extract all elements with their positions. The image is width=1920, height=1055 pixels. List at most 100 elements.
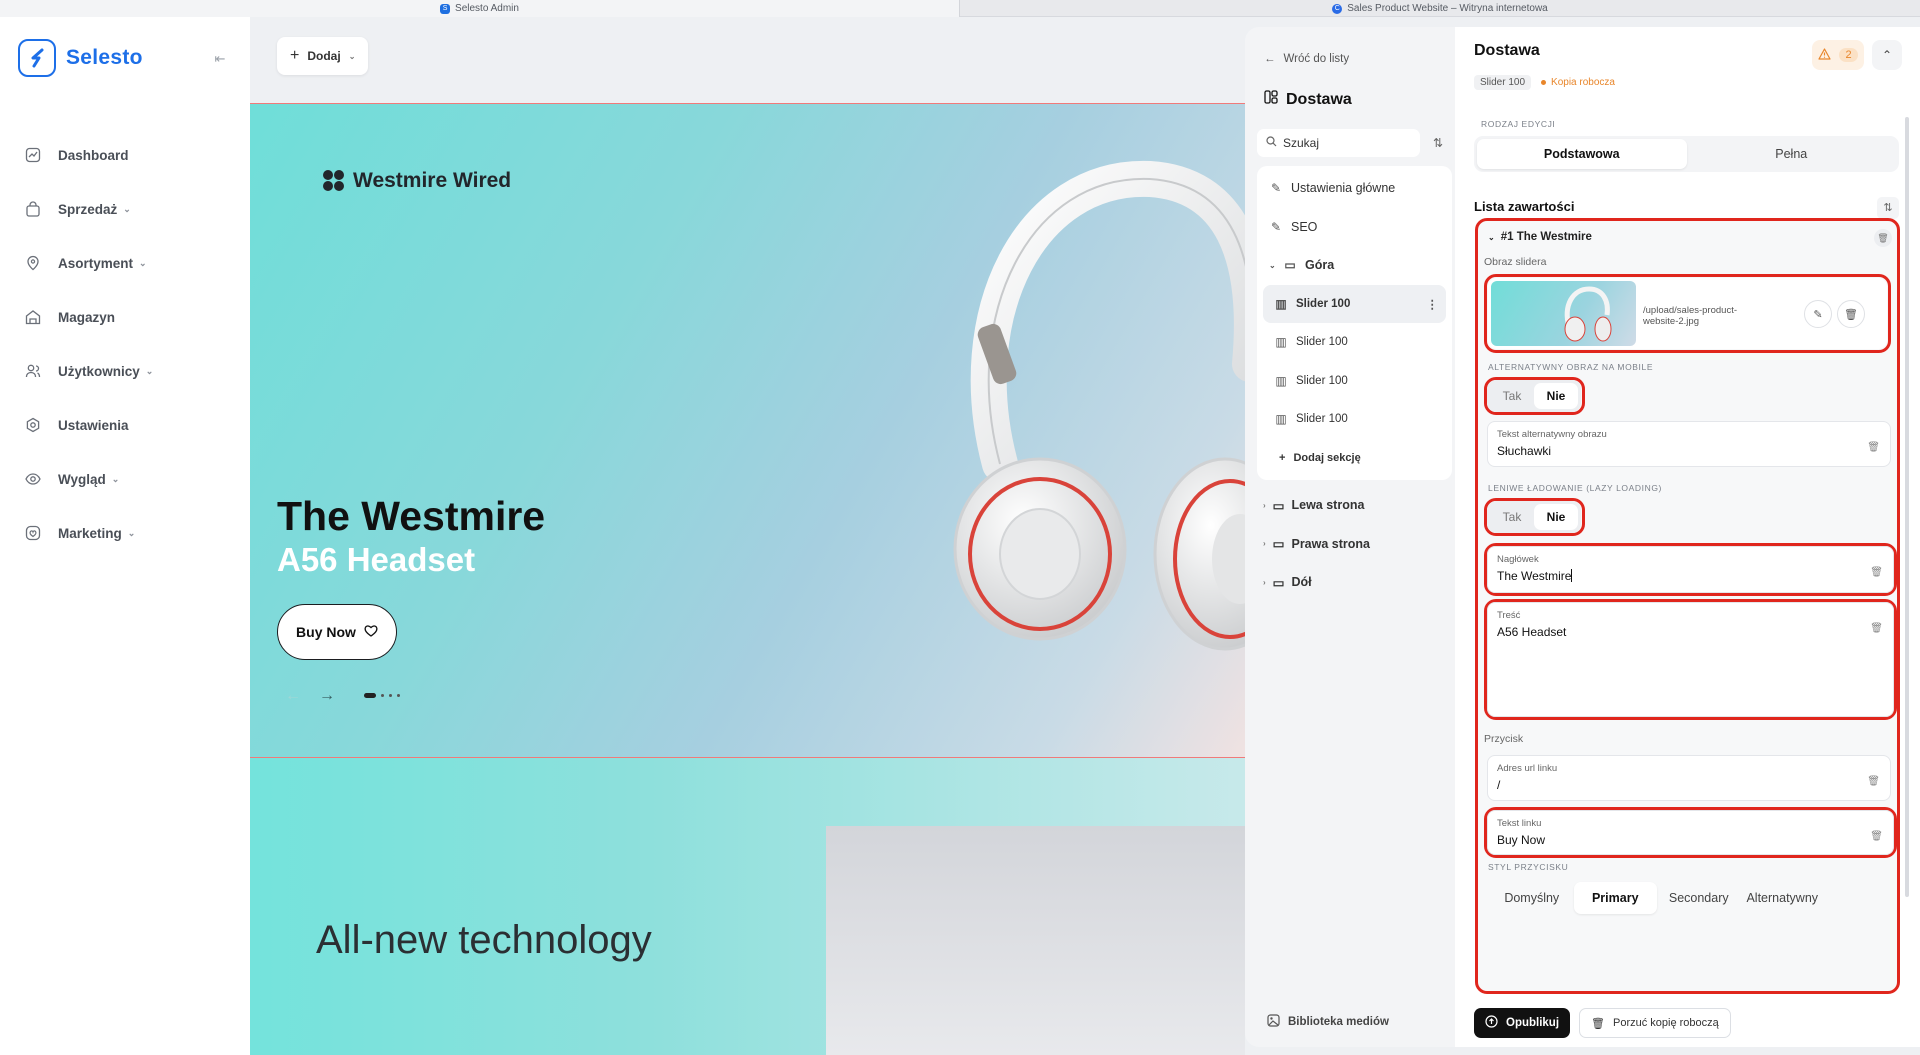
section-editor-panel: Dostawa Slider 100 Kopia robocza 2 ⌃ ROD… — [1455, 27, 1920, 1047]
kebab-menu-icon[interactable]: ⋮ — [1427, 297, 1439, 311]
warnings-button[interactable]: 2 — [1812, 40, 1864, 70]
search-icon — [1266, 136, 1277, 150]
heading-field[interactable]: Nagłówek The Westmire 🗑 — [1487, 546, 1894, 593]
folder-icon: ▭ — [1272, 537, 1285, 552]
trash-icon[interactable]: 🗑 — [1874, 229, 1892, 247]
slider-dot[interactable] — [389, 694, 392, 697]
selesto-favicon-icon: S — [440, 3, 451, 14]
alt-text-field[interactable]: Tekst alternatywny obrazu Słuchawki 🗑 — [1487, 421, 1891, 467]
clear-field-trash-icon[interactable]: 🗑 — [1870, 567, 1883, 578]
slider-dot[interactable] — [397, 694, 400, 697]
tree-folder-prawa-strona[interactable]: › ▭ Prawa strona — [1257, 525, 1452, 564]
sort-icon[interactable]: ⇅ — [1877, 197, 1899, 219]
link-url-label: Adres url linku — [1497, 763, 1558, 774]
editor-scrollbar[interactable] — [1905, 117, 1909, 897]
tree-folder-dol[interactable]: › ▭ Dół — [1257, 563, 1452, 602]
edit-type-basic[interactable]: Podstawowa — [1477, 139, 1687, 169]
tree-section-slider-4[interactable]: ▥ Slider 100 — [1263, 400, 1446, 439]
sidebar-item-dashboard[interactable]: Dashboard — [24, 128, 153, 182]
hero-title: The Westmire — [277, 493, 546, 539]
clear-field-trash-icon[interactable]: 🗑 — [1867, 776, 1880, 787]
sidebar-item-wyglad[interactable]: Wygląd ⌄ — [24, 452, 153, 506]
delete-image-trash-icon[interactable]: 🗑 — [1837, 300, 1865, 328]
style-alternative[interactable]: Alternatywny — [1741, 882, 1825, 914]
back-to-list-link[interactable]: ← Wróć do listy — [1264, 53, 1349, 65]
sidebar-item-label: Ustawienia — [58, 417, 129, 433]
style-secondary[interactable]: Secondary — [1657, 882, 1741, 914]
edit-type-full[interactable]: Pełna — [1687, 139, 1897, 169]
tree-folder-lewa-strona[interactable]: › ▭ Lewa strona — [1257, 486, 1452, 525]
logo[interactable]: Selesto — [18, 39, 143, 77]
discard-label: Porzuć kopię roboczą — [1613, 1017, 1719, 1029]
lazy-loading-no[interactable]: Nie — [1534, 504, 1578, 530]
tree-item-seo[interactable]: ✎ SEO — [1263, 208, 1446, 247]
button-style-segmented: Domyślny Primary Secondary Alternatywny — [1487, 879, 1827, 917]
sidebar-item-magazyn[interactable]: Magazyn — [24, 290, 153, 344]
chevron-down-icon: ⌄ — [111, 473, 120, 484]
slider-image-label: Obraz slidera — [1484, 256, 1547, 268]
content-item-header[interactable]: ⌄ #1 The Westmire — [1488, 231, 1592, 243]
tree-section-slider-3[interactable]: ▥ Slider 100 — [1263, 362, 1446, 401]
button-style-label: STYL PRZYCISKU — [1488, 862, 1569, 872]
structure-search-input[interactable]: Szukaj — [1257, 129, 1420, 157]
brand-logo: Westmire Wired — [323, 169, 511, 193]
clear-field-trash-icon[interactable]: 🗑 — [1870, 623, 1883, 634]
add-button-label: Dodaj — [307, 49, 341, 63]
arrow-left-icon[interactable]: ← — [285, 687, 301, 705]
lower-section[interactable]: All-new technology — [250, 758, 1245, 1055]
link-text-field[interactable]: Tekst linku Buy Now 🗑 — [1487, 810, 1894, 855]
structure-title: Dostawa — [1264, 90, 1352, 109]
style-primary[interactable]: Primary — [1573, 882, 1657, 914]
add-section-label: Dodaj sekcję — [1293, 451, 1361, 464]
add-button[interactable]: + Dodaj ⌄ — [277, 37, 369, 75]
sidebar-item-asortyment[interactable]: Asortyment ⌄ — [24, 236, 153, 290]
tree-section-label: Slider 100 — [1296, 374, 1348, 387]
discard-draft-button[interactable]: 🗑 Porzuć kopię roboczą — [1579, 1008, 1731, 1038]
slider-image-field[interactable]: /upload/sales-product-website-2.jpg ✎ 🗑 — [1488, 278, 1887, 349]
sidebar-item-sprzedaz[interactable]: Sprzedaż ⌄ — [24, 182, 153, 236]
lazy-loading-yes[interactable]: Tak — [1490, 504, 1534, 530]
slider-dot[interactable] — [381, 694, 384, 697]
arrow-right-icon[interactable]: → — [319, 687, 335, 705]
clear-field-trash-icon[interactable]: 🗑 — [1867, 442, 1880, 453]
add-section-button[interactable]: + Dodaj sekcję — [1263, 439, 1446, 478]
tree-item-main-settings[interactable]: ✎ Ustawienia główne — [1263, 169, 1446, 208]
chevron-down-icon: ⌄ — [1269, 260, 1276, 270]
back-label: Wróć do listy — [1283, 53, 1350, 65]
clear-field-trash-icon[interactable]: 🗑 — [1870, 831, 1883, 842]
buy-now-label: Buy Now — [296, 624, 356, 640]
tree-folder-gora[interactable]: ⌄ ▭ Góra — [1263, 246, 1446, 285]
chevron-right-icon: › — [1263, 500, 1266, 510]
link-url-field[interactable]: Adres url linku / 🗑 — [1487, 755, 1891, 801]
sidebar-item-ustawienia[interactable]: Ustawienia — [24, 398, 153, 452]
media-library-link[interactable]: Biblioteka mediów — [1267, 1014, 1389, 1030]
slider-dot-active[interactable] — [364, 693, 376, 698]
content-textarea[interactable]: Treść A56 Headset 🗑 — [1487, 602, 1894, 717]
eye-icon — [24, 470, 42, 488]
mobile-image-no[interactable]: Nie — [1534, 383, 1578, 409]
tab-label: Selesto Admin — [455, 3, 519, 14]
publish-button[interactable]: Opublikuj — [1474, 1008, 1571, 1038]
chevron-down-icon: ⌄ — [1488, 232, 1495, 242]
sidebar-item-uzytkownicy[interactable]: Użytkownicy ⌄ — [24, 344, 153, 398]
publish-label: Opublikuj — [1506, 1017, 1560, 1029]
heading-value: The Westmire — [1497, 569, 1572, 583]
tree-section-slider-1[interactable]: ▥ Slider 100 ⋮ — [1263, 284, 1446, 323]
buy-now-button[interactable]: Buy Now — [277, 604, 397, 660]
mobile-image-yes[interactable]: Tak — [1490, 383, 1534, 409]
chevron-up-icon[interactable]: ⌃ — [1872, 40, 1902, 70]
tab-sales-website[interactable]: C Sales Product Website – Witryna intern… — [960, 0, 1920, 17]
structure-title-text: Dostawa — [1286, 90, 1352, 108]
heading-value-wrap: The Westmire — [1497, 569, 1573, 583]
plus-icon: + — [290, 47, 300, 64]
hero-slider-section[interactable]: Westmire Wired The Westmire A56 Headset — [250, 103, 1245, 758]
style-default[interactable]: Domyślny — [1490, 882, 1574, 914]
collapse-sidebar-icon[interactable]: ⇤ — [212, 51, 228, 67]
sort-icon[interactable]: ⇅ — [1426, 129, 1450, 157]
sidebar-item-marketing[interactable]: Marketing ⌄ — [24, 506, 153, 560]
tree-section-slider-2[interactable]: ▥ Slider 100 — [1263, 323, 1446, 362]
tree-group-top: ✎ Ustawienia główne ✎ SEO ⌄ ▭ Góra ▥ Sli… — [1257, 166, 1452, 480]
tab-selesto-admin[interactable]: S Selesto Admin — [0, 0, 960, 17]
alt-text-value: Słuchawki — [1497, 444, 1552, 458]
edit-image-pencil-icon[interactable]: ✎ — [1804, 300, 1832, 328]
